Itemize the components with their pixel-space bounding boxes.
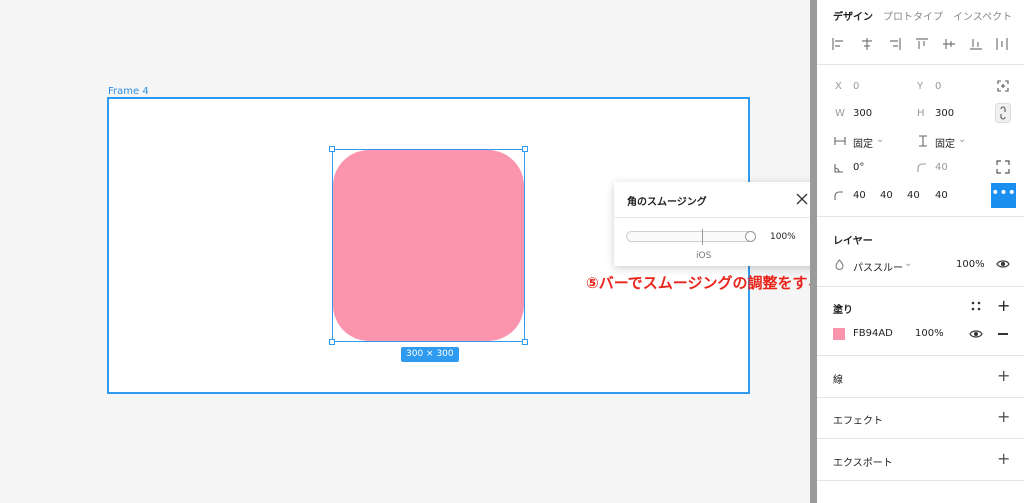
selection-box [332,149,525,342]
eye-icon[interactable] [996,259,1010,269]
corner-bottom-left-input[interactable]: 40 [935,190,948,201]
fill-color-swatch[interactable] [833,328,845,340]
horizontal-constraint-icon [834,137,846,145]
separator [817,355,1024,356]
corner-bottom-right-input[interactable]: 40 [907,190,920,201]
absolute-position-icon[interactable] [997,80,1009,92]
rotation-icon [834,164,843,173]
ios-marker [702,229,703,245]
corner-radius-icon [834,191,843,200]
fill-opacity-input[interactable]: 100% [915,328,944,339]
separator [817,216,1024,217]
separator [817,480,1024,481]
x-input[interactable]: 0 [853,81,859,92]
chevron-down-icon[interactable]: ⌄ [876,134,884,145]
add-export-icon[interactable]: + [997,449,1010,468]
slider-thumb[interactable] [745,231,756,242]
w-input[interactable]: 300 [853,108,872,119]
vertical-constraint-select[interactable]: 固定 [935,135,955,150]
y-label: Y [917,81,924,92]
align-top-icon[interactable] [915,37,929,51]
vertical-constraint-icon [919,135,927,147]
align-horizontal-center-icon[interactable] [860,37,874,51]
independent-corners-icon[interactable] [996,160,1010,174]
fill-section-title: 塗り [833,305,853,316]
tab-inspect[interactable]: インスペクト [953,8,1012,23]
align-vertical-center-icon[interactable] [942,37,956,51]
tab-prototype[interactable]: プロトタイプ [883,8,943,23]
resize-handle-bottom-left[interactable] [329,339,335,345]
align-left-icon[interactable] [831,37,845,51]
blend-mode-select[interactable]: パススルー [853,259,903,274]
smoothing-slider[interactable] [626,231,756,242]
eye-icon[interactable] [969,329,983,339]
add-effect-icon[interactable]: + [997,407,1010,426]
corner-smoothing-popup: 角のスムージング 100% iOS [614,182,819,266]
corner-top-right-input[interactable]: 40 [880,190,893,201]
separator [817,438,1024,439]
popup-title: 角のスムージング [627,197,707,208]
ios-label: iOS [696,251,712,261]
effect-section-title: エフェクト [833,416,883,427]
styles-icon[interactable] [971,301,981,311]
separator [817,64,1024,65]
align-bottom-icon[interactable] [969,37,983,51]
fill-hex-input[interactable]: FB94AD [853,328,893,339]
panel-divider[interactable] [810,0,817,503]
y-input[interactable]: 0 [935,81,941,92]
separator [817,397,1024,398]
h-input[interactable]: 300 [935,108,954,119]
popup-divider [614,217,819,218]
size-badge: 300 × 300 [401,347,459,362]
corner-smoothing-more-button[interactable]: ••• [991,183,1016,208]
add-fill-icon[interactable]: + [997,296,1010,315]
export-section-title: エクスポート [833,458,893,469]
horizontal-constraint-select[interactable]: 固定 [853,135,873,150]
x-label: X [835,81,842,92]
chevron-down-icon[interactable]: ⌄ [958,134,966,145]
tutorial-annotation: ⑤バーでスムージングの調整をする [586,274,823,292]
corner-radius-icon [917,163,926,172]
w-label: W [835,108,845,119]
align-right-icon[interactable] [888,37,902,51]
close-icon[interactable] [794,191,810,207]
resize-handle-bottom-right[interactable] [522,339,528,345]
remove-fill-icon[interactable] [998,333,1008,335]
corner-radius-input[interactable]: 40 [935,162,948,173]
blend-mode-icon [835,259,844,270]
corner-top-left-input[interactable]: 40 [853,190,866,201]
add-stroke-icon[interactable]: + [997,366,1010,385]
resize-handle-top-right[interactable] [522,146,528,152]
tab-design[interactable]: デザイン [833,8,873,23]
layer-section-title: レイヤー [833,236,873,247]
separator [817,286,1024,287]
resize-handle-top-left[interactable] [329,146,335,152]
frame-label[interactable]: Frame 4 [108,86,149,97]
slider-value[interactable]: 100% [770,232,796,242]
rotation-input[interactable]: 0° [853,162,864,173]
constrain-proportions-icon[interactable] [995,103,1011,123]
chevron-down-icon[interactable]: ⌄ [904,258,912,269]
h-label: H [917,108,925,119]
distribute-icon[interactable] [995,37,1009,51]
design-panel: デザイン プロトタイプ インスペクト X 0 Y 0 W 300 H 300 固… [817,0,1024,503]
stroke-section-title: 線 [833,375,843,386]
layer-opacity-input[interactable]: 100% [956,259,985,270]
